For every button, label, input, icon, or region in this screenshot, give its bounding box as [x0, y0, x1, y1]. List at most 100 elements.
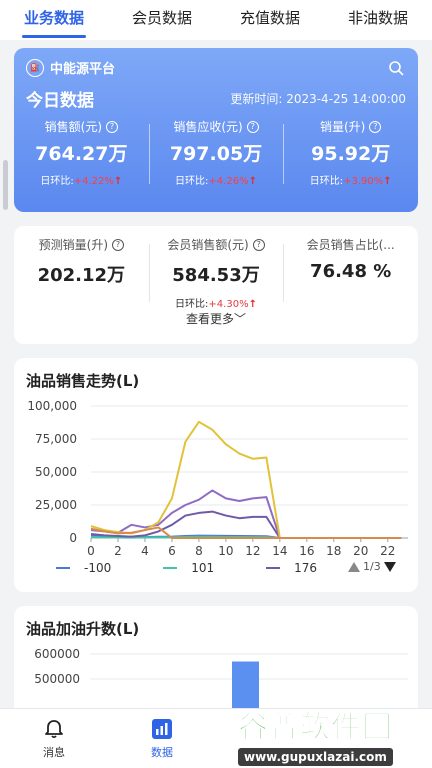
stat-change: 日环比:+4.30%↑	[149, 295, 284, 310]
platform-logo-icon: ⛽	[26, 58, 44, 77]
x-tick-label: 20	[353, 544, 368, 558]
nav-messages[interactable]: 消息	[0, 709, 108, 768]
change-label: 日环比:	[175, 299, 209, 310]
y-tick-label: 50,000	[35, 465, 77, 479]
metric-value: 95.92万	[311, 143, 391, 165]
metric-label: 销售额(元)	[44, 120, 103, 134]
y-tick-label: 600000	[34, 647, 80, 661]
y-tick-label: 100,000	[27, 399, 77, 413]
y-tick-label: 500000	[34, 672, 80, 686]
x-tick-label: 10	[218, 544, 233, 558]
change-percent: +4.22%	[73, 176, 114, 187]
stat-label: 会员销售额(元)	[167, 238, 249, 252]
stat-label: 预测销量(升)	[38, 238, 109, 252]
today-title: 今日数据	[26, 91, 94, 111]
platform-brand: ⛽ 中能源平台	[26, 58, 115, 77]
legend-swatch	[163, 567, 178, 569]
metric-sales-receivable[interactable]: 销售应收(元)? 797.05万 日环比:+4.26%↑	[148, 118, 284, 187]
metric-value: 797.05万	[169, 143, 263, 165]
fuel-volume-card: 油品加油升数(L) 600000 500000	[14, 606, 418, 716]
arrow-up-icon: ↑	[248, 299, 257, 310]
legend-label: -100	[84, 561, 112, 575]
stat-value: 76.48 %	[310, 261, 392, 282]
x-tick-label: 2	[114, 544, 122, 558]
change-label: 日环比:	[40, 176, 74, 187]
x-tick-label: 4	[141, 544, 149, 558]
sales-trend-chart: 0 25,000 50,000 75,000 100,000 0 2 4 6 8 10 12 14 16 1…	[27, 399, 408, 558]
y-tick-label: 75,000	[35, 432, 77, 446]
x-tick-label: 22	[380, 544, 395, 558]
x-tick-label: 12	[245, 544, 260, 558]
tab-non-oil-data[interactable]: 非油数据	[324, 0, 432, 40]
watermark-url: www.gupuxlazai.com	[238, 748, 393, 766]
metric-label: 销售应收(元)	[173, 120, 243, 134]
watermark: 谷普软件园 www.gupuxlazai.com	[238, 702, 430, 766]
help-icon[interactable]: ?	[369, 120, 382, 133]
stat-label: 会员销售占比(...	[306, 238, 395, 252]
metric-label: 销量(升)	[319, 120, 366, 134]
update-time-value: 2023-4-25 14:00:00	[286, 92, 406, 106]
view-more-button[interactable]: 查看更多﹀	[14, 310, 418, 327]
legend-label: 176	[294, 561, 318, 575]
x-tick-label: 18	[326, 544, 341, 558]
y-tick-label: 0	[69, 531, 77, 545]
change-percent: +3.90%	[343, 176, 384, 187]
stat-member-sales[interactable]: 会员销售额(元)? 584.53万 日环比:+4.30%↑	[148, 236, 284, 310]
change-label: 日环比:	[309, 176, 344, 187]
page-down-icon[interactable]	[383, 561, 396, 572]
help-icon[interactable]: ?	[112, 238, 125, 251]
stat-member-share[interactable]: 会员销售占比(... 76.48 %	[283, 236, 418, 310]
stats-card: 预测销量(升)? 202.12万 会员销售额(元)? 584.53万 日环比:+…	[14, 226, 418, 344]
legend-item[interactable]: 101	[163, 561, 214, 575]
tab-member-data[interactable]: 会员数据	[108, 0, 216, 40]
legend-pager: 1/3	[348, 560, 396, 573]
view-more-label: 查看更多	[185, 312, 234, 326]
stats-row: 预测销量(升)? 202.12万 会员销售额(元)? 584.53万 日环比:+…	[14, 236, 418, 310]
bell-icon	[45, 719, 63, 738]
page-up-icon[interactable]	[348, 561, 360, 572]
metric-sales-volume[interactable]: 销量(升)? 95.92万 日环比:+3.90%↑	[283, 118, 418, 187]
help-icon[interactable]: ?	[106, 120, 119, 133]
fuel-volume-chart: 600000 500000	[34, 647, 408, 716]
x-tick-label: 8	[195, 544, 203, 558]
legend-item[interactable]: 176	[266, 561, 317, 575]
watermark-text: 谷普软件园	[238, 710, 393, 746]
help-icon[interactable]: ?	[252, 238, 265, 251]
metric-change: 日环比:+4.26%↑	[149, 172, 284, 187]
change-percent: +4.30%	[208, 299, 249, 310]
today-metrics: 销售额(元)? 764.27万 日环比:+4.22%↑ 销售应收(元)? 797…	[14, 118, 418, 187]
top-tabs: 业务数据 会员数据 充值数据 非油数据	[0, 0, 432, 40]
legend-item[interactable]: -100	[56, 561, 111, 575]
metric-change: 日环比:+3.90%↑	[283, 172, 418, 187]
chart-legend: -100 101 176	[56, 561, 369, 575]
update-time: 更新时间: 2023-4-25 14:00:00	[230, 90, 406, 107]
change-label: 日环比:	[175, 176, 209, 187]
stat-value: 584.53万	[172, 265, 260, 286]
tab-business-data[interactable]: 业务数据	[0, 0, 108, 40]
metric-sales-amount[interactable]: 销售额(元)? 764.27万 日环比:+4.22%↑	[14, 118, 149, 187]
change-percent: +4.26%	[208, 176, 249, 187]
tab-recharge-data[interactable]: 充值数据	[216, 0, 324, 40]
x-tick-label: 6	[168, 544, 176, 558]
arrow-up-icon: ↑	[383, 176, 392, 187]
today-data-card: ⛽ 中能源平台 今日数据 更新时间: 2023-4-25 14:00:00 销售…	[14, 48, 418, 212]
stat-value: 202.12万	[37, 265, 126, 286]
stat-forecast-volume[interactable]: 预测销量(升)? 202.12万	[14, 236, 149, 310]
help-icon[interactable]: ?	[246, 120, 259, 133]
update-time-label: 更新时间:	[230, 92, 283, 106]
scrollbar[interactable]	[3, 160, 8, 210]
nav-label: 消息	[43, 745, 65, 759]
nav-data[interactable]: 数据	[108, 709, 216, 768]
chevron-down-icon: ﹀	[234, 312, 247, 326]
series-line	[90, 510, 402, 539]
legend-swatch	[266, 567, 281, 569]
x-tick-label: 14	[272, 544, 287, 558]
legend-swatch	[56, 567, 70, 569]
arrow-up-icon: ↑	[248, 176, 257, 187]
arrow-up-icon: ↑	[113, 176, 123, 187]
x-tick-label: 16	[299, 544, 314, 558]
sales-trend-card: 油品销售走势(L) 0 25,000 50,000 75,000 100,000 0 2 4 6…	[14, 358, 418, 592]
page-indicator: 1/3	[363, 560, 381, 573]
search-icon[interactable]	[388, 60, 404, 76]
x-tick-label: 0	[87, 544, 95, 558]
